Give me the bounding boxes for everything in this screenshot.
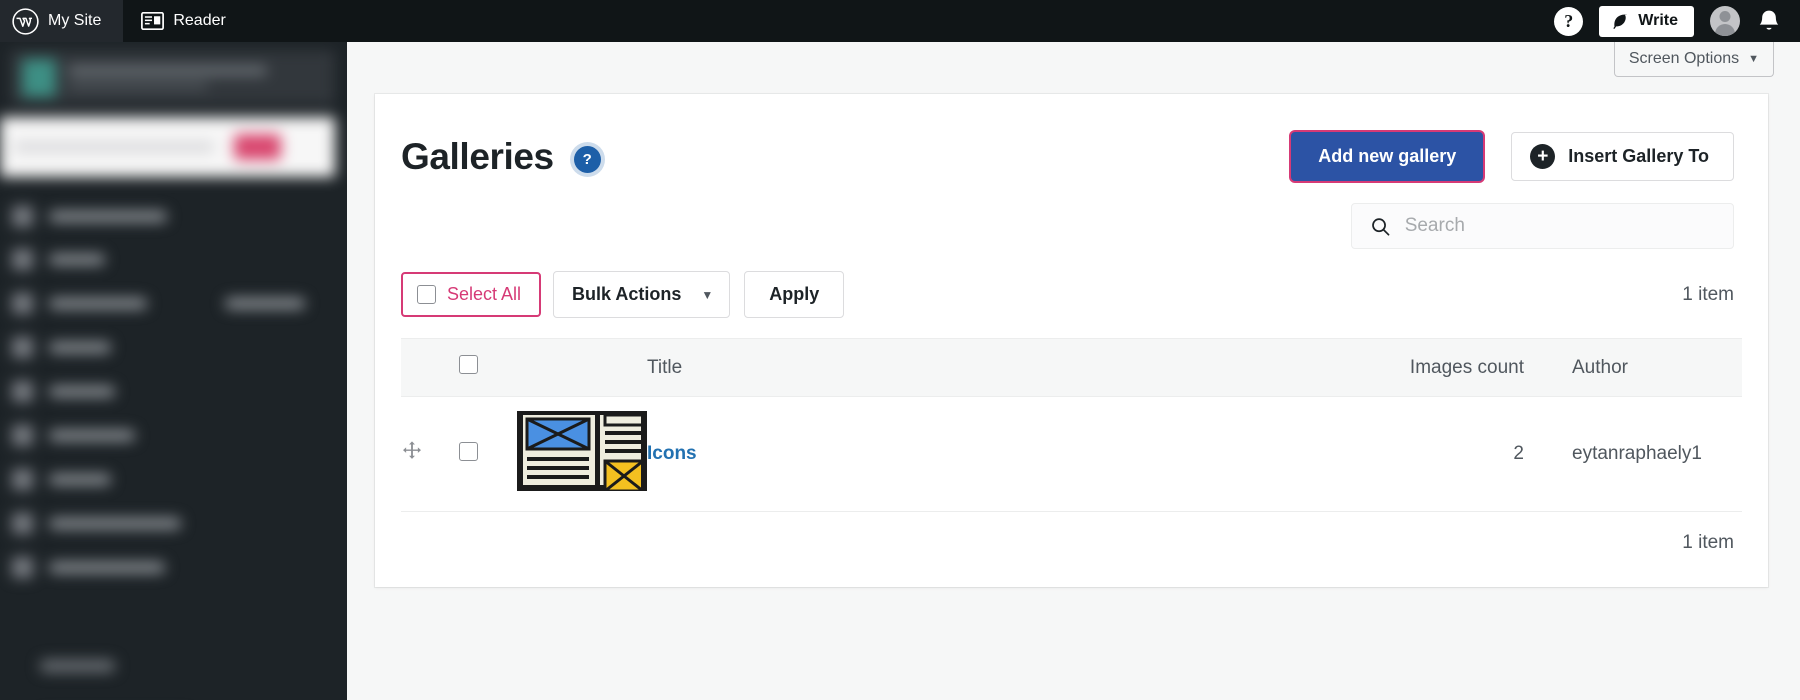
sidebar-item-1[interactable] <box>0 197 335 235</box>
add-new-gallery-button[interactable]: Add new gallery <box>1291 132 1484 181</box>
sidebar-item-3[interactable] <box>0 284 335 322</box>
item-count-top: 1 item <box>1682 283 1734 305</box>
sidebar-item-1-icon <box>12 205 33 227</box>
write-button-label: Write <box>1638 12 1678 29</box>
row-checkbox[interactable] <box>459 441 478 461</box>
select-all-label: Select All <box>447 284 522 304</box>
admin-sidebar-blurred-content <box>0 42 347 700</box>
sidebar-item-5[interactable] <box>0 372 335 410</box>
chevron-down-icon: ▼ <box>701 287 714 302</box>
column-images-count[interactable]: Images count <box>1402 338 1552 397</box>
sidebar-item-9[interactable] <box>0 548 335 586</box>
sidebar-badge <box>234 134 281 160</box>
help-circle-icon[interactable]: ? <box>1554 6 1584 36</box>
masterbar-reader[interactable]: Reader <box>123 0 241 42</box>
column-thumbnail <box>517 338 647 397</box>
row-title-cell[interactable]: Icons <box>647 396 1402 512</box>
pencil-icon <box>1613 14 1628 29</box>
bell-icon[interactable] <box>1756 8 1782 34</box>
galleries-panel: Galleries ? Add new gallery + Insert Gal… <box>375 94 1768 587</box>
user-avatar-icon[interactable] <box>1710 6 1740 36</box>
page-help-icon[interactable]: ? <box>573 146 601 173</box>
search-input[interactable] <box>1404 215 1715 237</box>
sidebar-item-2-icon <box>12 248 33 270</box>
sidebar-item-7[interactable] <box>0 460 335 498</box>
page-help-glyph: ? <box>582 151 592 168</box>
galleries-table-body: Icons 2 eytanraphaely1 <box>401 396 1742 512</box>
column-drag <box>401 338 459 397</box>
sidebar-item-6-icon <box>12 424 33 446</box>
sidebar-footer-item-1[interactable] <box>40 660 115 672</box>
sidebar-item-3-icon <box>12 292 33 314</box>
row-thumbnail-cell[interactable] <box>517 396 647 512</box>
table-row[interactable]: Icons 2 eytanraphaely1 <box>401 396 1742 512</box>
site-name-placeholder <box>68 66 323 89</box>
row-drag-cell[interactable] <box>401 396 459 512</box>
select-all-checkbox[interactable] <box>417 285 436 304</box>
item-count-bottom: 1 item <box>1682 532 1734 553</box>
help-glyph: ? <box>1564 10 1574 31</box>
sidebar-item-8[interactable] <box>0 504 335 542</box>
masterbar-my-site-label: My Site <box>48 12 102 29</box>
admin-sidebar[interactable] <box>0 42 347 700</box>
sidebar-site-switcher[interactable] <box>10 50 335 105</box>
sidebar-item-4[interactable] <box>0 328 335 366</box>
plus-circle-icon: + <box>1530 144 1556 169</box>
screen-options-label: Screen Options <box>1628 50 1740 67</box>
search-box[interactable] <box>1351 203 1734 249</box>
sidebar-item-3-subtext <box>225 297 305 309</box>
insert-gallery-to-label: Insert Gallery To <box>1568 146 1709 166</box>
sidebar-item-9-icon <box>12 556 33 578</box>
galleries-table: Title Images count Author Icons 2 eytanr… <box>401 338 1742 512</box>
page-title: Galleries <box>401 135 554 177</box>
bulk-actions-value: Bulk Actions <box>572 284 682 304</box>
insert-gallery-to-button[interactable]: + Insert Gallery To <box>1511 132 1734 181</box>
masterbar-reader-label: Reader <box>173 12 226 29</box>
header-checkbox[interactable] <box>459 355 478 374</box>
search-row <box>375 181 1768 249</box>
column-author[interactable]: Author <box>1552 338 1742 397</box>
panel-header: Galleries ? Add new gallery + Insert Gal… <box>375 94 1768 181</box>
main-content: Screen Options ▼ Galleries ? Add new gal… <box>347 42 1800 700</box>
site-icon <box>22 58 56 97</box>
sidebar-item-7-icon <box>12 468 33 490</box>
sidebar-highlighted-item[interactable] <box>0 117 335 177</box>
search-icon <box>1372 217 1390 236</box>
row-checkbox-cell[interactable] <box>459 396 517 512</box>
row-author: eytanraphaely1 <box>1552 396 1742 512</box>
write-button[interactable]: Write <box>1599 5 1694 37</box>
bulk-actions-select[interactable]: Bulk Actions ▼ <box>553 271 731 318</box>
bulk-actions-row: Select All Bulk Actions ▼ Apply 1 item <box>375 249 1768 318</box>
sidebar-item-5-icon <box>12 380 33 402</box>
gallery-title-link[interactable]: Icons <box>647 443 697 464</box>
select-all-button[interactable]: Select All <box>401 272 542 317</box>
wordpress-logo-icon <box>12 7 39 35</box>
table-header-row: Title Images count Author <box>401 338 1742 397</box>
galleries-table-head: Title Images count Author <box>401 338 1742 397</box>
masterbar-my-site[interactable]: My Site <box>0 0 124 42</box>
sidebar-item-6[interactable] <box>0 416 335 454</box>
sidebar-item-4-icon <box>12 336 33 358</box>
screen-options-tab[interactable]: Screen Options ▼ <box>1613 42 1774 77</box>
reader-icon <box>141 12 165 30</box>
masterbar-right-group: ? Write <box>1554 5 1800 37</box>
apply-button[interactable]: Apply <box>744 271 845 318</box>
column-title[interactable]: Title <box>647 338 1402 397</box>
masterbar: My Site Reader ? Write <box>0 0 1800 42</box>
chevron-down-icon: ▼ <box>1748 53 1759 65</box>
newspaper-thumbnail-icon <box>517 411 647 493</box>
column-select-all[interactable] <box>459 338 517 397</box>
sidebar-item-8-icon <box>12 512 33 534</box>
move-handle-icon[interactable] <box>401 440 423 462</box>
row-images-count: 2 <box>1402 396 1552 512</box>
sidebar-item-2[interactable] <box>0 240 335 278</box>
